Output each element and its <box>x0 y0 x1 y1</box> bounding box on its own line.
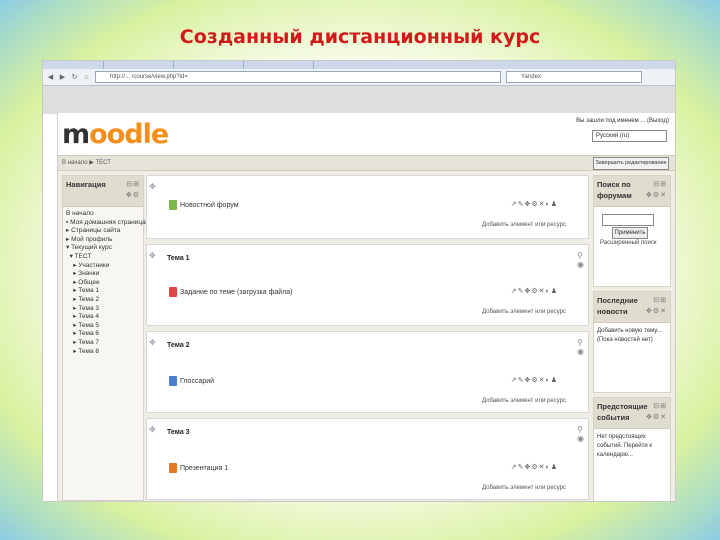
news-text[interactable]: Добавить новую тему... (Пока новостей не… <box>594 323 670 349</box>
forward-icon[interactable]: ▶ <box>59 74 66 81</box>
navigation-tree: В начало ▪ Моя домашняя страница ▸ Страниц… <box>63 207 146 359</box>
events-block-header: Предстоящие события ⊟⊞ ✥⚙✕ <box>594 398 670 429</box>
move-icon[interactable]: ✥ <box>149 338 156 347</box>
block-control-icons[interactable]: ⊟⊞ ✥⚙✕ <box>646 179 667 201</box>
activity-edit-icons[interactable]: ↗✎✥⚙✕◐♟ <box>511 200 558 208</box>
forum-icon <box>169 200 177 210</box>
section-visibility-icon[interactable]: ⚲ ◉ <box>577 338 584 356</box>
nav-tree-item[interactable]: ▸ Страницы сайта <box>66 227 140 236</box>
move-icon[interactable]: ✥ <box>149 425 156 434</box>
browser-tab-strip <box>43 61 675 69</box>
browser-toolbar: ◀ ▶ ↻ ⌂ http://... /course/view.php?id= … <box>43 69 675 86</box>
nav-tree-item[interactable]: ▸ Участники <box>66 262 140 271</box>
activity-link[interactable]: Глоссарий <box>169 376 214 386</box>
nav-tree-item[interactable]: ▸ Тема 1 <box>66 287 140 296</box>
course-section: ✥ Тема 3 ⚲ ◉ Презентация 1 ↗✎✥⚙✕◐♟ Добави… <box>146 418 589 500</box>
add-activity-link[interactable]: Добавить элемент или ресурс <box>482 398 566 404</box>
news-block: Последние новости ⊟⊞ ✥⚙✕ Добавить новую т… <box>593 291 671 393</box>
course-sections: ✥ Новостной форум ↗✎✥⚙✕◐♟ Добавить элеме… <box>146 175 589 501</box>
right-blocks: Поиск по форумам ⊟⊞ ✥⚙✕ Применить Расшире… <box>593 175 671 501</box>
nav-tree-item[interactable]: ▸ Тема 2 <box>66 296 140 305</box>
activity-link[interactable]: Презентация 1 <box>169 463 228 473</box>
section-title[interactable]: Тема 2 <box>167 342 190 349</box>
nav-tree-item[interactable]: ▸ Тема 6 <box>66 330 140 339</box>
slide-title: Созданный дистанционный курс <box>179 26 541 48</box>
nav-tree-item[interactable]: ▸ Общее <box>66 279 140 288</box>
home-icon[interactable]: ⌂ <box>83 74 90 81</box>
browser-screenshot: ◀ ▶ ↻ ⌂ http://... /course/view.php?id= … <box>42 60 676 502</box>
course-section: ✥ Тема 2 ⚲ ◉ Глоссарий ↗✎✥⚙✕◐♟ Добавить э… <box>146 331 589 413</box>
block-control-icons[interactable]: ⊟⊞ ✥⚙✕ <box>646 401 667 423</box>
nav-tree-item[interactable]: ▸ Тема 5 <box>66 322 140 331</box>
navigation-block: Навигация ⊟⊞ ✥⚙ В начало ▪ Моя домашняя ст… <box>62 175 146 501</box>
nav-tree-item[interactable]: ▸ Тема 8 <box>66 348 140 357</box>
forum-search-block: Поиск по форумам ⊟⊞ ✥⚙✕ Применить Расшире… <box>593 175 671 287</box>
section-title[interactable]: Тема 3 <box>167 429 190 436</box>
login-info[interactable]: Вы зашли под именем ... (Выход) <box>576 118 669 124</box>
address-bar[interactable]: http://... /course/view.php?id= <box>95 71 501 83</box>
moodle-page: moodle Вы зашли под именем ... (Выход) Р… <box>57 113 675 501</box>
add-activity-link[interactable]: Добавить элемент или ресурс <box>482 309 566 315</box>
events-text[interactable]: Нет предстоящих событий. Перейти к кален… <box>594 429 670 464</box>
browser-tab[interactable] <box>313 61 384 69</box>
add-activity-link[interactable]: Добавить элемент или ресурс <box>482 222 566 228</box>
breadcrumb-bar: В начало ▶ ТЕСТ Завершить редактирование <box>58 155 675 171</box>
language-select[interactable]: Русский (ru) <box>592 130 667 142</box>
navigation-block-header: Навигация ⊟⊞ ✥⚙ <box>63 176 143 207</box>
navigation-block-title: Навигация <box>66 180 106 189</box>
events-block-title: Предстоящие события <box>597 402 648 422</box>
block-control-icons[interactable]: ⊟⊞ ✥⚙ <box>126 179 140 201</box>
presentation-icon <box>169 463 177 473</box>
nav-tree-item[interactable]: ▸ Тема 4 <box>66 313 140 322</box>
reload-icon[interactable]: ↻ <box>71 74 78 81</box>
course-section: ✥ Новостной форум ↗✎✥⚙✕◐♟ Добавить элеме… <box>146 175 589 239</box>
course-columns: Навигация ⊟⊞ ✥⚙ В начало ▪ Моя домашняя ст… <box>58 171 675 501</box>
events-block: Предстоящие события ⊟⊞ ✥⚙✕ Нет предстоящи… <box>593 397 671 501</box>
browser-tab[interactable] <box>173 61 244 69</box>
browser-margin <box>43 86 675 114</box>
back-icon[interactable]: ◀ <box>47 74 54 81</box>
move-icon[interactable]: ✥ <box>149 251 156 260</box>
activity-edit-icons[interactable]: ↗✎✥⚙✕◐♟ <box>511 287 558 295</box>
add-activity-link[interactable]: Добавить элемент или ресурс <box>482 485 566 491</box>
activity-link[interactable]: Новостной форум <box>169 200 239 210</box>
block-control-icons[interactable]: ⊟⊞ ✥⚙✕ <box>646 295 667 317</box>
news-block-title: Последние новости <box>597 296 638 316</box>
browser-tab[interactable] <box>243 61 314 69</box>
forum-search-button[interactable]: Применить <box>612 227 648 239</box>
nav-tree-item[interactable]: В начало <box>66 210 140 219</box>
glossary-icon <box>169 376 177 386</box>
nav-tree-item[interactable]: ▸ Тема 3 <box>66 305 140 314</box>
browser-tab[interactable] <box>103 61 174 69</box>
forum-search-header: Поиск по форумам ⊟⊞ ✥⚙✕ <box>594 176 670 207</box>
forum-search-input[interactable] <box>602 214 654 226</box>
section-visibility-icon[interactable]: ⚲ ◉ <box>577 251 584 269</box>
activity-link[interactable]: Задание по теме (загрузка файла) <box>169 287 292 297</box>
nav-tree-item[interactable]: ▾ Текущий курс <box>66 244 140 253</box>
browser-search-box[interactable]: Yandex <box>506 71 642 83</box>
nav-tree-item[interactable]: ▾ ТЕСТ <box>66 253 140 262</box>
advanced-search-link[interactable]: Расширенный поиск <box>600 240 657 246</box>
course-section: ✥ Тема 1 ⚲ ◉ Задание по теме (загрузка фа… <box>146 244 589 326</box>
news-block-header: Последние новости ⊟⊞ ✥⚙✕ <box>594 292 670 323</box>
nav-tree-item[interactable]: ▪ Моя домашняя страница <box>66 219 146 228</box>
forum-search-title: Поиск по форумам <box>597 180 632 200</box>
section-visibility-icon[interactable]: ⚲ ◉ <box>577 425 584 443</box>
activity-edit-icons[interactable]: ↗✎✥⚙✕◐♟ <box>511 376 558 384</box>
moodle-header: moodle Вы зашли под именем ... (Выход) Р… <box>58 113 675 155</box>
breadcrumb[interactable]: В начало ▶ ТЕСТ <box>62 159 111 166</box>
assignment-icon <box>169 287 177 297</box>
edit-mode-button[interactable]: Завершить редактирование <box>593 157 669 170</box>
section-title[interactable]: Тема 1 <box>167 255 190 262</box>
move-icon[interactable]: ✥ <box>149 182 156 191</box>
moodle-logo[interactable]: moodle <box>62 119 169 150</box>
nav-tree-item[interactable]: ▸ Значки <box>66 270 140 279</box>
activity-edit-icons[interactable]: ↗✎✥⚙✕◐♟ <box>511 463 558 471</box>
nav-tree-item[interactable]: ▸ Тема 7 <box>66 339 140 348</box>
